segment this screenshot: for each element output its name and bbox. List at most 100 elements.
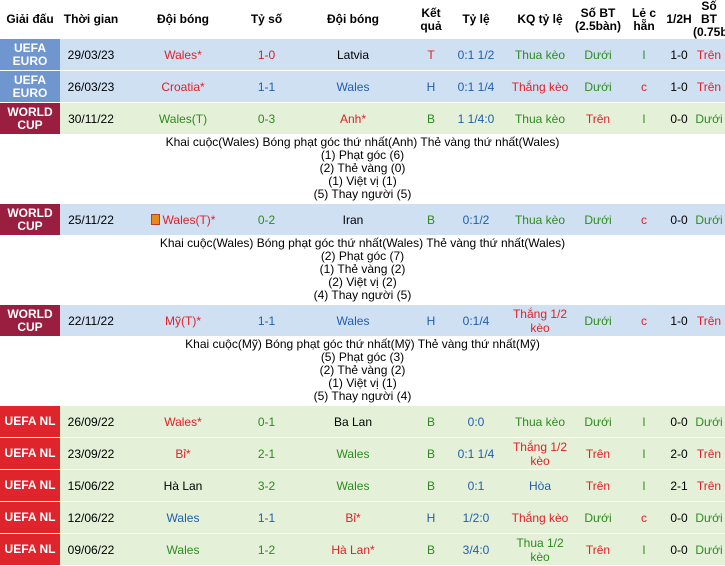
away-team[interactable]: Wales [289, 469, 417, 502]
league-badge[interactable]: WORLD CUP [0, 305, 60, 337]
away-team-name: Anh* [339, 111, 367, 126]
home-team[interactable]: Wales(T) [122, 102, 244, 135]
match-result: B [417, 533, 445, 566]
match-result: B [417, 204, 445, 236]
odds: 3/4:0 [445, 533, 507, 566]
home-team[interactable]: Wales(T)* [122, 204, 244, 236]
match-score[interactable]: 1-1 [244, 305, 289, 337]
away-team[interactable]: Ba Lan [289, 406, 417, 438]
home-team[interactable]: Hà Lan [122, 469, 244, 502]
match-date: 26/03/23 [60, 70, 122, 103]
table-row[interactable]: UEFA NL 26/09/22 Wales* 0-1 Ba Lan B 0:0… [0, 406, 725, 438]
odd-even: l [623, 533, 665, 566]
match-score[interactable]: 1-2 [244, 533, 289, 566]
odds: 0:0 [445, 406, 507, 438]
header-league: Giải đấu [0, 0, 60, 39]
odds: 0:1/2 [445, 204, 507, 236]
header-odds-result: KQ tỷ lệ [507, 0, 573, 39]
home-team[interactable]: Wales* [122, 39, 244, 71]
league-badge[interactable]: UEFA EURO [0, 39, 60, 71]
half-time-score: 2-0 [665, 437, 693, 470]
away-team[interactable]: Wales [289, 437, 417, 470]
odds-result: Thua kèo [507, 406, 573, 438]
table-row[interactable]: WORLD CUP 22/11/22 Mỹ(T)* 1-1 Wales H 0:… [0, 305, 725, 337]
match-score[interactable]: 2-1 [244, 437, 289, 470]
over-under-075: Trên [693, 70, 725, 103]
red-card-icon [150, 213, 160, 225]
home-team[interactable]: Bỉ* [122, 437, 244, 470]
away-team[interactable]: Anh* [289, 102, 417, 135]
odd-even: l [623, 469, 665, 502]
home-team[interactable]: Wales [122, 533, 244, 566]
league-badge[interactable]: UEFA NL [0, 469, 60, 502]
league-badge[interactable]: UEFA NL [0, 437, 60, 470]
over-under: Trên [573, 102, 623, 135]
odds: 1 1/4:0 [445, 102, 507, 135]
odds-result: Thắng kèo [507, 70, 573, 103]
match-result: T [417, 39, 445, 71]
match-score[interactable]: 0-2 [244, 204, 289, 236]
match-detail: Khai cuộc(Wales) Bóng phạt góc thứ nhất(… [0, 134, 725, 204]
header-odd-even: Lẻ c hẵn [623, 0, 665, 39]
match-detail: Khai cuộc(Mỹ) Bóng phạt góc thứ nhất(Mỹ)… [0, 336, 725, 406]
table-row[interactable]: WORLD CUP 30/11/22 Wales(T) 0-3 Anh* B 1… [0, 102, 725, 135]
match-result: H [417, 70, 445, 103]
odd-even: l [623, 102, 665, 135]
league-badge[interactable]: WORLD CUP [0, 102, 60, 135]
table-row[interactable]: UEFA NL 23/09/22 Bỉ* 2-1 Wales B 0:1 1/4… [0, 437, 725, 470]
match-date: 29/03/23 [60, 39, 122, 71]
header-score: Tỷ số [244, 0, 289, 39]
home-team[interactable]: Croatia* [122, 70, 244, 103]
over-under: Dưới [573, 305, 623, 337]
match-result: H [417, 305, 445, 337]
odds: 0:1/4 [445, 305, 507, 337]
over-under-075: Trên [693, 39, 725, 71]
match-score[interactable]: 3-2 [244, 469, 289, 502]
header-over-under: Số BT (2.5bàn) [573, 0, 623, 39]
match-result: B [417, 102, 445, 135]
home-team[interactable]: Wales* [122, 406, 244, 438]
odd-even: c [623, 305, 665, 337]
over-under: Trên [573, 469, 623, 502]
over-under-075: Trên [693, 305, 725, 337]
half-time-score: 0-0 [665, 204, 693, 236]
away-team[interactable]: Hà Lan* [289, 533, 417, 566]
table-row[interactable]: WORLD CUP 25/11/22 Wales(T)* 0-2 Iran B … [0, 204, 725, 236]
half-time-score: 0-0 [665, 533, 693, 566]
match-score[interactable]: 1-0 [244, 39, 289, 71]
league-badge[interactable]: WORLD CUP [0, 204, 60, 236]
detail-substitutions: (5) Thay người (5) [313, 187, 412, 201]
match-detail: Khai cuộc(Wales) Bóng phạt góc thứ nhất(… [0, 235, 725, 305]
away-team[interactable]: Latvia [289, 39, 417, 71]
odd-even: c [623, 70, 665, 103]
odd-even: c [623, 204, 665, 236]
away-team[interactable]: Wales [289, 305, 417, 337]
odd-even: l [623, 406, 665, 438]
over-under-075: Dưới [693, 204, 725, 236]
league-badge[interactable]: UEFA EURO [0, 70, 60, 103]
table-row[interactable]: UEFA NL 15/06/22 Hà Lan 3-2 Wales B 0:1 … [0, 469, 725, 502]
header-row: Giải đấu Thời gian Đội bóng Tỷ số Đội bó… [0, 0, 725, 39]
match-date: 09/06/22 [60, 533, 122, 566]
table-row[interactable]: UEFA EURO 26/03/23 Croatia* 1-1 Wales H … [0, 70, 725, 103]
league-badge[interactable]: UEFA NL [0, 406, 60, 438]
home-team[interactable]: Mỹ(T)* [122, 305, 244, 337]
away-team-name: Hà Lan* [331, 542, 375, 557]
odds-result: Thua kèo [507, 102, 573, 135]
odds-result: Thua 1/2 kèo [507, 533, 573, 566]
match-score[interactable]: 0-3 [244, 102, 289, 135]
away-team[interactable]: Iran [289, 204, 417, 236]
table-row[interactable]: UEFA EURO 29/03/23 Wales* 1-0 Latvia T 0… [0, 39, 725, 71]
home-team-name: Wales(T)* [162, 212, 216, 227]
match-result: B [417, 406, 445, 438]
over-under: Dưới [573, 70, 623, 103]
match-date: 23/09/22 [60, 437, 122, 470]
over-under-075: Dưới [693, 406, 725, 438]
away-team[interactable]: Wales [289, 70, 417, 103]
match-score[interactable]: 0-1 [244, 406, 289, 438]
table-row[interactable]: UEFA NL 09/06/22 Wales 1-2 Hà Lan* B 3/4… [0, 533, 725, 566]
over-under-075: Dưới [693, 533, 725, 566]
header-away-team: Đội bóng [289, 0, 417, 39]
league-badge[interactable]: UEFA NL [0, 533, 60, 566]
match-score[interactable]: 1-1 [244, 70, 289, 103]
